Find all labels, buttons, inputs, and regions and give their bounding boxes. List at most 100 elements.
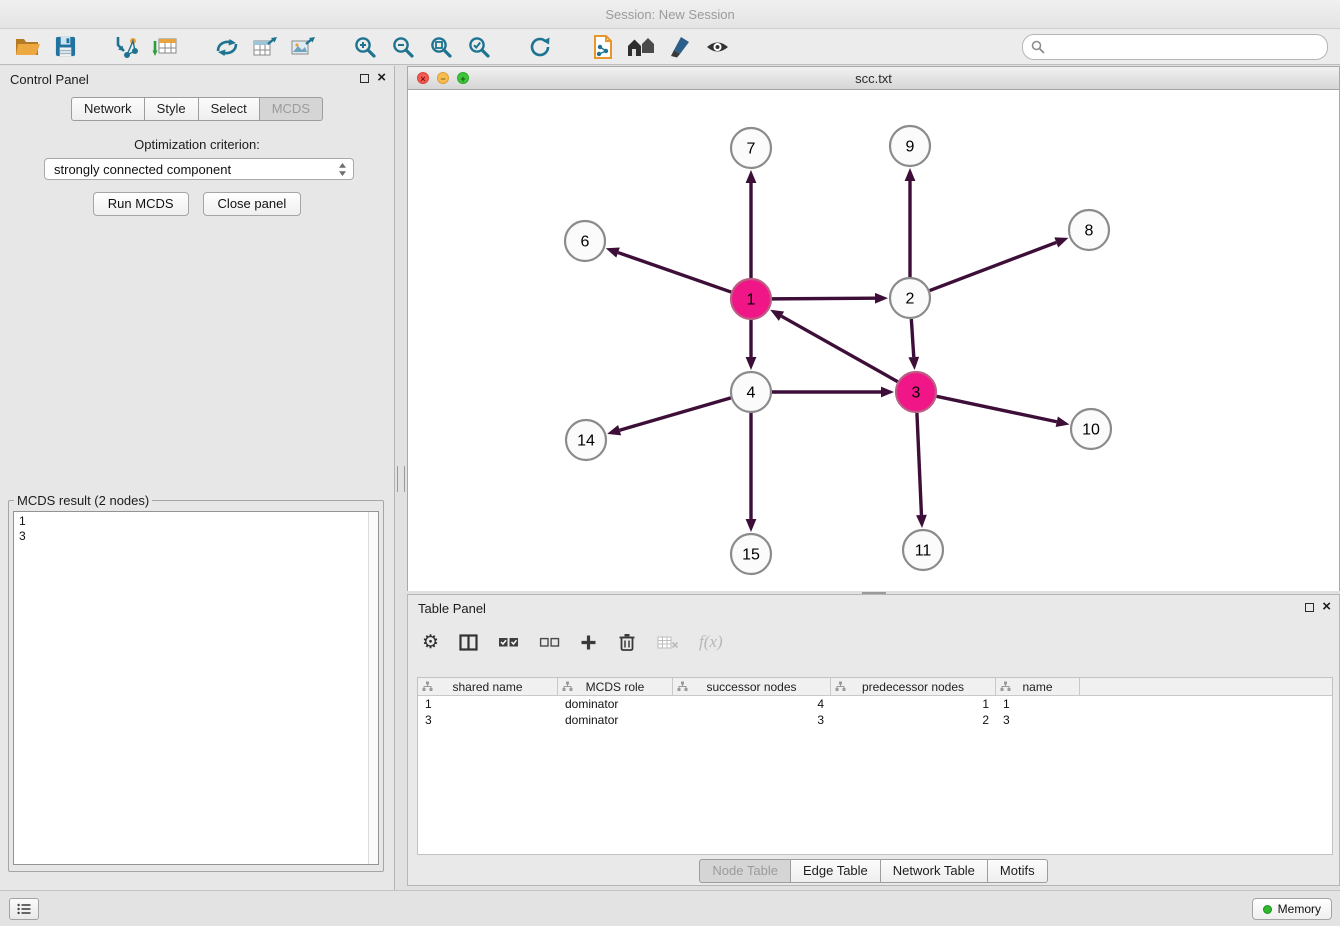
edge-2-8[interactable] (930, 242, 1057, 290)
node-11[interactable] (903, 530, 943, 570)
table-panel: Table Panel × ⚙ (407, 594, 1340, 886)
zoom-in-button[interactable] (346, 31, 384, 63)
save-session-button[interactable] (46, 31, 84, 63)
cell-name[interactable]: 1 (996, 696, 1080, 712)
close-window-icon[interactable]: × (417, 72, 429, 84)
zoom-in-icon (353, 35, 377, 59)
close-table-panel-icon[interactable]: × (1322, 601, 1331, 613)
network-document-button[interactable] (584, 31, 622, 63)
apply-style-button[interactable] (660, 31, 698, 63)
search-input[interactable] (1050, 38, 1319, 55)
dropdown-stepper-icon (338, 162, 347, 177)
show-columns-button[interactable] (459, 634, 478, 651)
column-header-shared-name[interactable]: shared name (418, 678, 558, 696)
network-canvas[interactable]: 7968124314101511 (408, 90, 1339, 591)
edge-1-6[interactable] (618, 253, 731, 293)
node-4[interactable] (731, 372, 771, 412)
new-network-from-selection-button[interactable] (208, 31, 246, 63)
function-builder-button[interactable]: f(x) (699, 632, 723, 652)
edge-1-2[interactable] (772, 298, 875, 299)
node-7[interactable] (731, 128, 771, 168)
node-1[interactable] (731, 279, 771, 319)
task-history-button[interactable] (9, 898, 39, 920)
document-network-icon (591, 34, 615, 60)
fx-icon: f(x) (699, 632, 723, 652)
run-mcds-button[interactable]: Run MCDS (93, 192, 189, 216)
import-network-button[interactable] (108, 31, 146, 63)
mcds-result-text[interactable]: 1 3 (14, 512, 368, 864)
edge-3-11[interactable] (917, 413, 922, 515)
node-9[interactable] (890, 126, 930, 166)
node-14[interactable] (566, 420, 606, 460)
table-tab-motifs[interactable]: Motifs (987, 859, 1048, 883)
minimize-window-icon[interactable]: − (437, 72, 449, 84)
maximize-window-icon[interactable]: + (457, 72, 469, 84)
cell-MCDS-role[interactable]: dominator (558, 712, 673, 728)
table-settings-button[interactable]: ⚙ (422, 633, 439, 652)
node-3[interactable] (896, 372, 936, 412)
close-panel-button[interactable]: Close panel (203, 192, 302, 216)
delete-column-button[interactable] (617, 632, 637, 652)
tab-network[interactable]: Network (71, 97, 145, 121)
node-8[interactable] (1069, 210, 1109, 250)
column-tree-icon (1000, 681, 1011, 692)
export-image-button[interactable] (284, 31, 322, 63)
result-scrollbar[interactable] (368, 512, 378, 864)
export-table-button[interactable] (246, 31, 284, 63)
float-panel-icon[interactable] (360, 74, 369, 83)
tab-select[interactable]: Select (198, 97, 260, 121)
cell-predecessor-nodes[interactable]: 2 (831, 712, 996, 728)
table-tab-node-table[interactable]: Node Table (699, 859, 791, 883)
zoom-out-button[interactable] (384, 31, 422, 63)
column-header-name[interactable]: name (996, 678, 1080, 696)
tab-style[interactable]: Style (144, 97, 199, 121)
zoom-out-icon (391, 35, 415, 59)
zoom-selected-button[interactable] (460, 31, 498, 63)
close-panel-icon[interactable]: × (377, 72, 386, 84)
cell-MCDS-role[interactable]: dominator (558, 696, 673, 712)
import-table-button[interactable] (146, 31, 184, 63)
delete-table-button[interactable] (657, 635, 679, 650)
search-box[interactable] (1022, 34, 1328, 60)
edge-3-1[interactable] (781, 316, 897, 382)
zoom-fit-button[interactable] (422, 31, 460, 63)
node-10[interactable] (1071, 409, 1111, 449)
search-icon (1031, 40, 1045, 54)
refresh-button[interactable] (522, 31, 560, 63)
open-session-button[interactable] (8, 31, 46, 63)
table-row-1[interactable]: 1dominator411 (418, 696, 1332, 712)
cell-predecessor-nodes[interactable]: 1 (831, 696, 996, 712)
cell-shared-name[interactable]: 1 (418, 696, 558, 712)
table-row-2[interactable]: 3dominator323 (418, 712, 1332, 728)
float-table-panel-icon[interactable] (1305, 603, 1314, 612)
arrowhead-1-4 (746, 357, 757, 370)
cell-successor-nodes[interactable]: 3 (673, 712, 831, 728)
table-tab-network-table[interactable]: Network Table (880, 859, 988, 883)
select-all-button[interactable] (498, 635, 519, 649)
node-15[interactable] (731, 534, 771, 574)
table-tab-edge-table[interactable]: Edge Table (790, 859, 881, 883)
memory-button[interactable]: Memory (1252, 898, 1332, 920)
column-header-successor-nodes[interactable]: successor nodes (673, 678, 831, 696)
window-titlebar[interactable]: Session: New Session (0, 0, 1340, 29)
edge-4-14[interactable] (620, 398, 731, 430)
column-header-MCDS-role[interactable]: MCDS role (558, 678, 673, 696)
create-column-button[interactable] (580, 634, 597, 651)
vertical-splitter[interactable] (394, 66, 407, 890)
control-panel-title: Control Panel (10, 72, 89, 87)
cell-name[interactable]: 3 (996, 712, 1080, 728)
home-button[interactable] (622, 31, 660, 63)
column-header-predecessor-nodes[interactable]: predecessor nodes (831, 678, 996, 696)
network-window-titlebar[interactable]: × − + scc.txt (408, 67, 1339, 90)
cell-successor-nodes[interactable]: 4 (673, 696, 831, 712)
node-2[interactable] (890, 278, 930, 318)
criterion-dropdown[interactable]: strongly connected component (44, 158, 354, 180)
table-panel-header: Table Panel × (408, 595, 1339, 621)
unselect-all-button[interactable] (539, 635, 560, 649)
show-graphics-details-button[interactable] (698, 31, 736, 63)
cell-shared-name[interactable]: 3 (418, 712, 558, 728)
node-6[interactable] (565, 221, 605, 261)
edge-2-3[interactable] (911, 319, 913, 357)
edge-3-10[interactable] (937, 396, 1057, 421)
tab-mcds[interactable]: MCDS (259, 97, 323, 121)
